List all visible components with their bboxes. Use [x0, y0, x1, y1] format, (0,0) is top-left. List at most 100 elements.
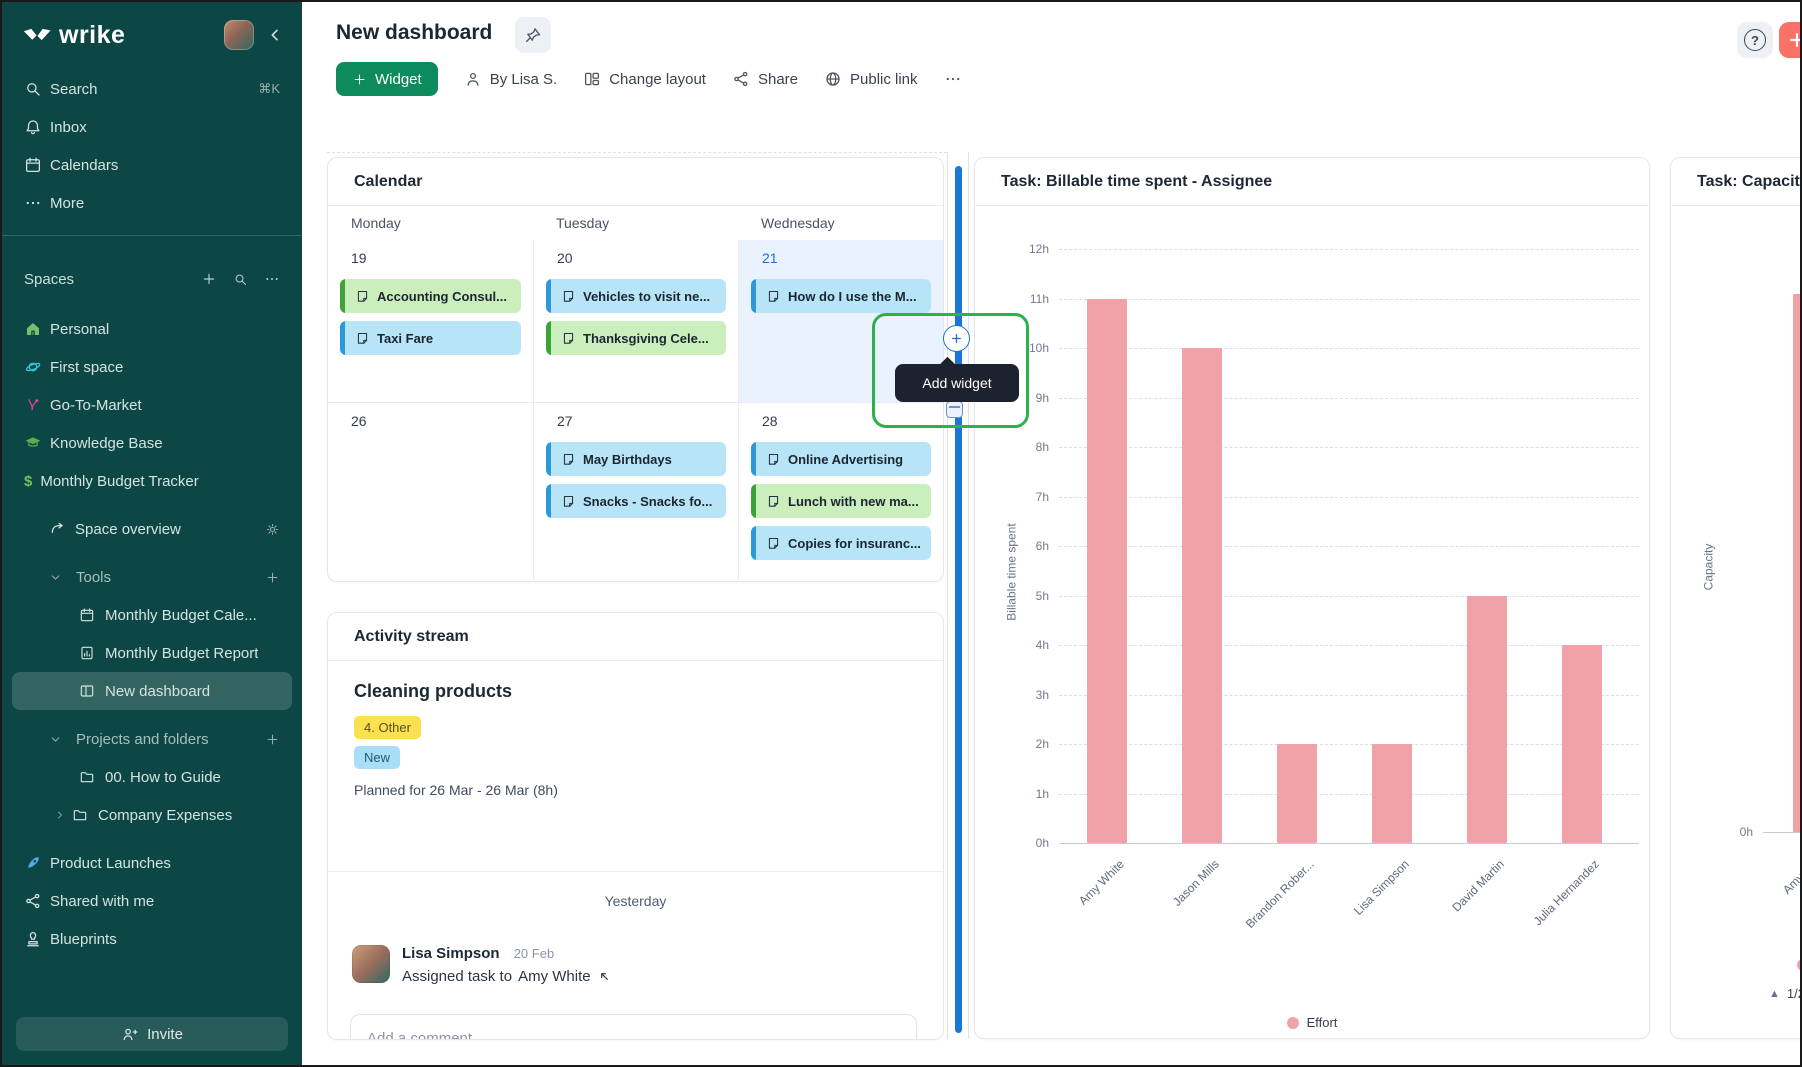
- home-icon: [24, 320, 42, 338]
- sidebar-item-search[interactable]: Search⌘K: [12, 70, 292, 108]
- avatar[interactable]: [224, 20, 254, 50]
- sidebar-item-tools[interactable]: Tools: [12, 558, 292, 596]
- day-header-tuesday: Tuesday: [533, 215, 738, 231]
- by-author-button[interactable]: By Lisa S.: [464, 70, 558, 88]
- calendar-task[interactable]: Accounting Consul...: [340, 279, 521, 313]
- sidebar-item-company-expenses[interactable]: Company Expenses: [12, 796, 292, 834]
- wrike-logo-text: wrike: [59, 21, 125, 50]
- calendar-cell-19[interactable]: 19Accounting Consul...Taxi Fare: [328, 240, 533, 402]
- task-label: How do I use the M...: [788, 289, 917, 304]
- chevron-down-icon[interactable]: [49, 733, 62, 746]
- event-target-link[interactable]: Amy White: [518, 968, 591, 985]
- sidebar-item-new-dashboard[interactable]: New dashboard: [12, 672, 292, 710]
- sidebar-item-first-space[interactable]: First space: [12, 348, 292, 386]
- author-name[interactable]: Lisa Simpson: [402, 945, 500, 962]
- sidebar-item-product-launches[interactable]: Product Launches: [12, 844, 292, 882]
- doc-icon: [355, 331, 370, 346]
- calendar-task[interactable]: Online Advertising: [751, 442, 931, 476]
- doc-icon: [766, 289, 781, 304]
- create-button[interactable]: [1779, 22, 1802, 58]
- spaces-header-label: Spaces: [24, 271, 74, 288]
- share-button[interactable]: Share: [732, 70, 798, 88]
- y-tick-label: 7h: [1005, 490, 1049, 504]
- comment-input[interactable]: Add a comment...: [351, 1015, 916, 1039]
- add-space-icon[interactable]: [201, 271, 217, 287]
- chevron-right-icon[interactable]: [54, 809, 66, 821]
- sidebar-item-projects-and-folders[interactable]: Projects and folders: [12, 720, 292, 758]
- wrike-logo[interactable]: wrike: [22, 21, 125, 50]
- chart-pagination[interactable]: ▲ 1/2: [1769, 986, 1802, 1001]
- search-spaces-icon[interactable]: [233, 271, 248, 287]
- help-button[interactable]: ?: [1737, 22, 1773, 58]
- spaces-more-icon[interactable]: [264, 271, 280, 287]
- task-label: Online Advertising: [788, 452, 903, 467]
- calendar-cell-28[interactable]: 28Online AdvertisingLunch with new ma...…: [738, 402, 943, 582]
- task-label: Lunch with new ma...: [788, 494, 919, 509]
- calendar-task[interactable]: Snacks - Snacks fo...: [546, 484, 726, 518]
- task-label: May Birthdays: [583, 452, 672, 467]
- gear-icon[interactable]: [265, 522, 280, 537]
- chart-bar-julia-hernandez: [1562, 645, 1602, 843]
- sidebar-item-monthly-budget-report[interactable]: Monthly Budget Report: [12, 634, 292, 672]
- calendar-cell-27[interactable]: 27May BirthdaysSnacks - Snacks fo...: [533, 402, 738, 582]
- activity-event-header: Lisa Simpson 20 Feb: [402, 945, 554, 962]
- activity-divider: [328, 871, 943, 872]
- sidebar-item-shared-with-me[interactable]: Shared with me: [12, 882, 292, 920]
- y-tick-label: 12h: [1005, 242, 1049, 256]
- sidebar-nav: Search⌘KInboxCalendarsMore: [2, 70, 302, 222]
- change-layout-button[interactable]: Change layout: [583, 70, 706, 88]
- task-color-bar: [546, 279, 551, 313]
- invite-label: Invite: [147, 1026, 183, 1043]
- calendar-cell-26[interactable]: 26: [328, 402, 533, 582]
- calendar-task[interactable]: Thanksgiving Cele...: [546, 321, 726, 355]
- calendar-task[interactable]: Lunch with new ma...: [751, 484, 931, 518]
- gridline: [1059, 299, 1639, 300]
- grad-cap-icon: [24, 434, 42, 452]
- task-color-bar: [751, 484, 756, 518]
- more-button[interactable]: [944, 70, 962, 88]
- plus-icon[interactable]: [265, 570, 280, 585]
- calendar-task[interactable]: How do I use the M...: [751, 279, 931, 313]
- author-avatar[interactable]: [352, 945, 390, 983]
- sidebar-item-inbox[interactable]: Inbox: [12, 108, 292, 146]
- add-widget-plus-button[interactable]: [943, 325, 970, 352]
- gridline: [1059, 546, 1639, 547]
- widget-button[interactable]: Widget: [336, 62, 438, 96]
- calendar-cell-20[interactable]: 20Vehicles to visit ne...Thanksgiving Ce…: [533, 240, 738, 402]
- sidebar-item-monthly-budget-cale[interactable]: Monthly Budget Cale...: [12, 596, 292, 634]
- gridline: [1059, 695, 1639, 696]
- sidebar-item-calendars[interactable]: Calendars: [12, 146, 292, 184]
- sidebar-item-space-overview[interactable]: Space overview: [12, 510, 292, 548]
- sidebar-item-monthly-budget-tracker[interactable]: $Monthly Budget Tracker: [12, 462, 292, 500]
- public-link-button[interactable]: Public link: [824, 70, 918, 88]
- chart-bar-lisa-simpson: [1372, 744, 1412, 843]
- comment-box[interactable]: Add a comment... @ Aa Send: [350, 1014, 917, 1039]
- sidebar-item-knowledge-base[interactable]: Knowledge Base: [12, 424, 292, 462]
- sidebar-item-label: First space: [50, 359, 123, 376]
- y-tick-label: 8h: [1005, 440, 1049, 454]
- open-task-icon[interactable]: [597, 969, 612, 984]
- sidebar-item-personal[interactable]: Personal: [12, 310, 292, 348]
- sidebar-item-go-to-market[interactable]: Go-To-Market: [12, 386, 292, 424]
- calendar-task[interactable]: Copies for insuranc...: [751, 526, 931, 560]
- calendar-task[interactable]: May Birthdays: [546, 442, 726, 476]
- sidebar-item-label: Space overview: [75, 521, 181, 538]
- gridline: [1059, 447, 1639, 448]
- chevron-down-icon[interactable]: [49, 571, 62, 584]
- sidebar-collapse-button[interactable]: [262, 22, 288, 48]
- calendar-task[interactable]: Vehicles to visit ne...: [546, 279, 726, 313]
- sidebar-item-blueprints[interactable]: Blueprints: [12, 920, 292, 958]
- sidebar-item-00-how-to-guide[interactable]: 00. How to Guide: [12, 758, 292, 796]
- sidebar-item-label: Product Launches: [50, 855, 171, 872]
- activity-task-title[interactable]: Cleaning products: [354, 681, 917, 702]
- calendar-date: 26: [340, 413, 521, 429]
- pin-button[interactable]: [515, 17, 551, 53]
- plus-icon[interactable]: [265, 732, 280, 747]
- ellipsis-h-icon: [264, 271, 280, 287]
- calendar-task[interactable]: Taxi Fare: [340, 321, 521, 355]
- chart-bar-amy-white: [1087, 299, 1127, 844]
- gridline: [1059, 744, 1639, 745]
- invite-button[interactable]: Invite: [16, 1017, 288, 1051]
- sidebar-item-more[interactable]: More: [12, 184, 292, 222]
- gridline: [1059, 348, 1639, 349]
